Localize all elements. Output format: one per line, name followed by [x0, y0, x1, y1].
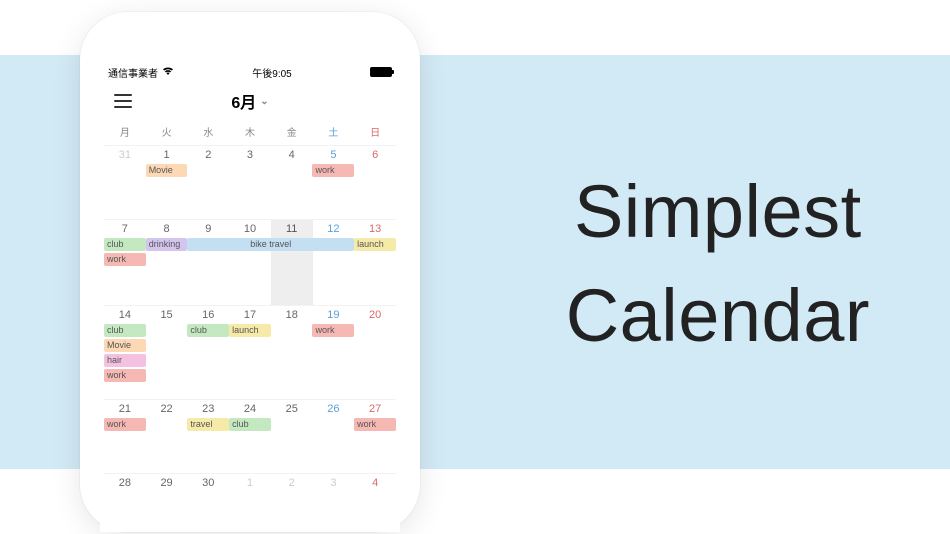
day-cell[interactable]: 28 — [104, 474, 146, 513]
event-pill[interactable]: club — [104, 238, 146, 251]
marketing-headline: Simplest Calendar — [566, 160, 870, 367]
battery-icon — [370, 67, 392, 77]
hamburger-menu-icon[interactable] — [114, 94, 132, 108]
week-row: 28 29 30 1 2 3 4 — [104, 473, 396, 513]
event-pill[interactable]: work — [312, 324, 354, 337]
app-header: 6月 ⌄ — [100, 82, 400, 120]
event-pill[interactable]: drinking — [146, 238, 188, 251]
events-layer: work travel club work — [104, 418, 396, 473]
event-pill[interactable]: club — [187, 324, 229, 337]
event-pill[interactable]: hair — [104, 354, 146, 367]
day-cell[interactable]: 1 — [229, 474, 271, 513]
weekday-sat: 土 — [313, 124, 355, 139]
day-cell[interactable]: 3 — [313, 474, 355, 513]
events-layer: club club launch work Movie hair work — [104, 324, 396, 399]
day-cell[interactable]: 29 — [146, 474, 188, 513]
weekday-tue: 火 — [146, 124, 188, 139]
event-pill[interactable]: club — [104, 324, 146, 337]
status-left: 通信事業者 — [108, 65, 174, 80]
weekday-sun: 日 — [354, 124, 396, 139]
weekday-wed: 水 — [187, 124, 229, 139]
event-pill[interactable]: work — [104, 418, 146, 431]
wifi-icon — [162, 66, 174, 79]
weekday-fri: 金 — [271, 124, 313, 139]
event-pill[interactable]: launch — [354, 238, 396, 251]
event-pill[interactable]: Movie — [146, 164, 188, 177]
events-layer: Movie work — [104, 164, 396, 219]
month-label: 6月 — [231, 89, 256, 113]
phone-mockup: 通信事業者 午後9:05 6月 ⌄ 月 火 水 木 金 土 — [80, 12, 420, 532]
event-pill[interactable]: club — [229, 418, 271, 431]
carrier-label: 通信事業者 — [108, 65, 158, 80]
headline-line-2: Calendar — [566, 264, 870, 368]
phone-screen: 通信事業者 午後9:05 6月 ⌄ 月 火 水 木 金 土 — [100, 62, 400, 532]
chevron-down-icon: ⌄ — [260, 96, 268, 107]
status-bar: 通信事業者 午後9:05 — [100, 62, 400, 82]
week-row: 14 15 16 17 18 19 20 club club launch wo… — [104, 305, 396, 399]
clock: 午後9:05 — [252, 65, 291, 80]
week-row: 7 8 9 10 11 12 13 club drinking bike tra… — [104, 219, 396, 305]
event-pill[interactable]: work — [104, 253, 146, 266]
event-pill[interactable]: travel — [187, 418, 229, 431]
headline-line-1: Simplest — [566, 160, 870, 264]
event-pill[interactable]: work — [354, 418, 396, 431]
day-cell[interactable]: 30 — [187, 474, 229, 513]
events-layer: club drinking bike travel launch work — [104, 238, 396, 305]
event-pill[interactable]: work — [104, 369, 146, 382]
day-cell[interactable]: 2 — [271, 474, 313, 513]
event-pill[interactable]: Movie — [104, 339, 146, 352]
day-cell[interactable]: 4 — [354, 474, 396, 513]
month-selector[interactable]: 6月 ⌄ — [231, 89, 268, 113]
event-pill[interactable]: bike travel — [187, 238, 354, 251]
weekday-header: 月 火 水 木 金 土 日 — [100, 120, 400, 145]
weekday-thu: 木 — [229, 124, 271, 139]
week-row: 31 1 2 3 4 5 6 Movie work — [104, 145, 396, 219]
calendar-grid: 31 1 2 3 4 5 6 Movie work 7 8 9 10 11 12 — [100, 145, 400, 513]
event-pill[interactable]: work — [312, 164, 354, 177]
event-pill[interactable]: launch — [229, 324, 271, 337]
weekday-mon: 月 — [104, 124, 146, 139]
week-row: 21 22 23 24 25 26 27 work travel club wo… — [104, 399, 396, 473]
